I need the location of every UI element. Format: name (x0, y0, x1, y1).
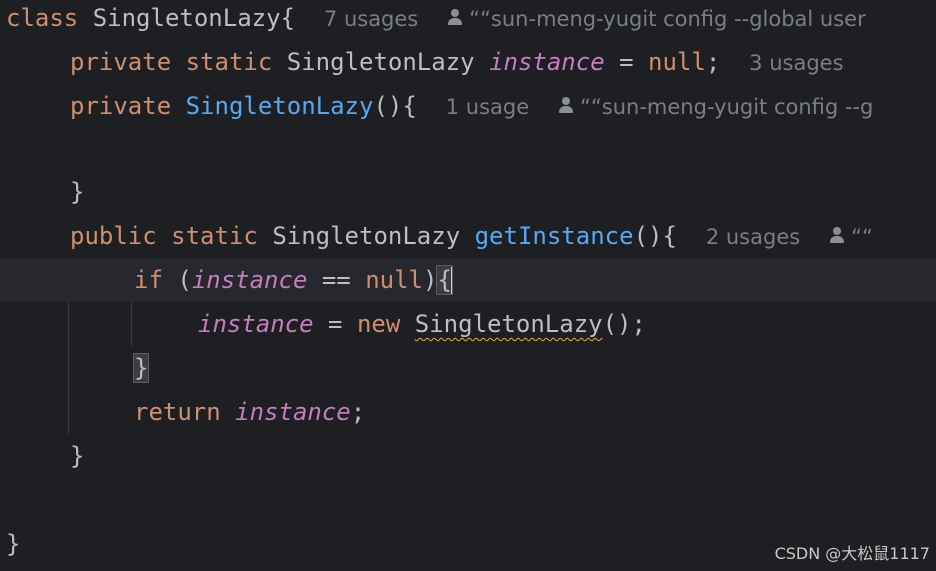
closing-brace: } (70, 442, 85, 470)
closing-brace: } (6, 530, 21, 558)
closing-brace: } (70, 178, 85, 206)
keyword: private (70, 48, 172, 76)
usages-hint[interactable]: 1 usage (446, 95, 529, 119)
operator: = (604, 48, 649, 76)
type-name: SingletonLazy (286, 48, 475, 76)
keyword: class (6, 4, 79, 32)
keyword: private (70, 92, 172, 120)
keyword: new (356, 310, 401, 338)
field-name: instance (235, 398, 351, 426)
warning-squiggle-type[interactable]: SingletonLazy (415, 310, 603, 338)
keyword: null (365, 266, 423, 294)
usages-hint[interactable]: 3 usages (749, 51, 843, 75)
punctuation: (){ (633, 222, 677, 250)
field-name: instance (191, 266, 308, 294)
semicolon: ; (350, 398, 366, 426)
punctuation: (); (602, 310, 646, 338)
author-hint[interactable]: ““sun-meng-yugit config --global user (469, 7, 866, 31)
code-line[interactable]: return instance; (0, 390, 936, 434)
code-line[interactable]: } (0, 346, 936, 390)
code-line[interactable]: private static SingletonLazy instance = … (0, 40, 936, 84)
operator: == (307, 266, 366, 294)
current-code-line[interactable]: if (instance == null){ (0, 258, 936, 302)
code-line[interactable]: private SingletonLazy(){ 1 usage ““sun-m… (0, 84, 936, 128)
punctuation: (){ (373, 92, 417, 120)
field-name: instance (198, 310, 314, 338)
keyword: null (648, 48, 706, 76)
punctuation: ) (423, 266, 438, 294)
matched-brace: { (436, 265, 453, 295)
author-hint[interactable]: ““sun-meng-yugit config --g (580, 95, 873, 119)
keyword: public (70, 222, 157, 250)
constructor-name: SingletonLazy (185, 92, 374, 120)
method-name: getInstance (474, 222, 634, 250)
person-icon (447, 8, 463, 26)
person-icon (558, 96, 574, 114)
usages-hint[interactable]: 2 usages (706, 225, 800, 249)
code-line[interactable]: } (0, 434, 936, 478)
keyword: static (185, 48, 273, 76)
author-hint[interactable]: ““ (851, 225, 873, 249)
code-line[interactable] (0, 478, 936, 522)
keyword: return (134, 398, 221, 426)
matched-brace: } (132, 353, 150, 383)
class-declaration: SingletonLazy{ (78, 4, 295, 32)
code-line[interactable]: public static SingletonLazy getInstance(… (0, 214, 936, 258)
punctuation: ( (162, 266, 192, 294)
code-line[interactable]: instance = new SingletonLazy(); (0, 302, 936, 346)
semicolon: ; (705, 48, 721, 76)
field-name: instance (489, 48, 605, 76)
code-line[interactable] (0, 128, 936, 172)
text-cursor (450, 267, 453, 295)
watermark: CSDN @大松鼠1117 (774, 544, 930, 563)
code-editor[interactable]: class SingletonLazy{ 7 usages ““sun-meng… (0, 0, 936, 571)
person-icon (829, 226, 845, 244)
code-line[interactable]: class SingletonLazy{ 7 usages ““sun-meng… (0, 0, 936, 40)
usages-hint[interactable]: 7 usages (324, 7, 418, 31)
keyword: static (171, 222, 258, 250)
keyword: if (134, 266, 163, 294)
code-line[interactable]: } (0, 170, 936, 214)
type-name: SingletonLazy (272, 222, 461, 250)
operator: = (313, 310, 357, 338)
